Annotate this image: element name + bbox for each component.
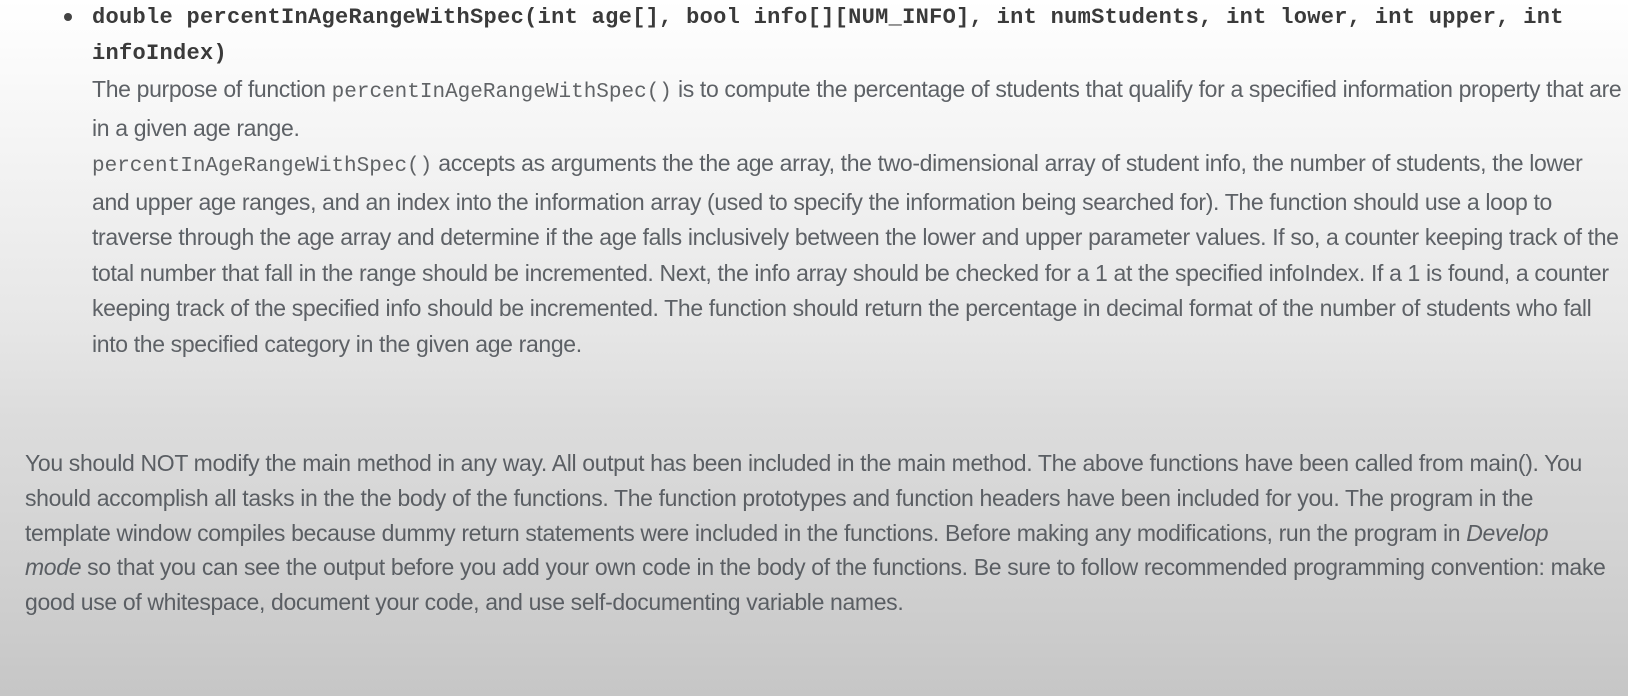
description-code: percentInAgeRangeWithSpec() [92,155,433,178]
instructions-part1: You should NOT modify the main method in… [25,450,1582,546]
purpose-code: percentInAgeRangeWithSpec() [331,81,672,104]
function-description: percentInAgeRangeWithSpec() accepts as a… [92,146,1622,362]
function-purpose: The purpose of function percentInAgeRang… [92,72,1622,146]
function-list-item: double percentInAgeRangeWithSpec(int age… [62,0,1622,362]
function-list: double percentInAgeRangeWithSpec(int age… [62,0,1622,362]
bullet-icon [64,13,72,21]
function-signature: double percentInAgeRangeWithSpec(int age… [92,5,1564,66]
purpose-prefix: The purpose of function [92,76,332,102]
instructions-paragraph: You should NOT modify the main method in… [25,446,1610,620]
instructions-part2: so that you can see the output before yo… [25,554,1606,616]
description-text: accepts as arguments the the age array, … [92,150,1619,357]
